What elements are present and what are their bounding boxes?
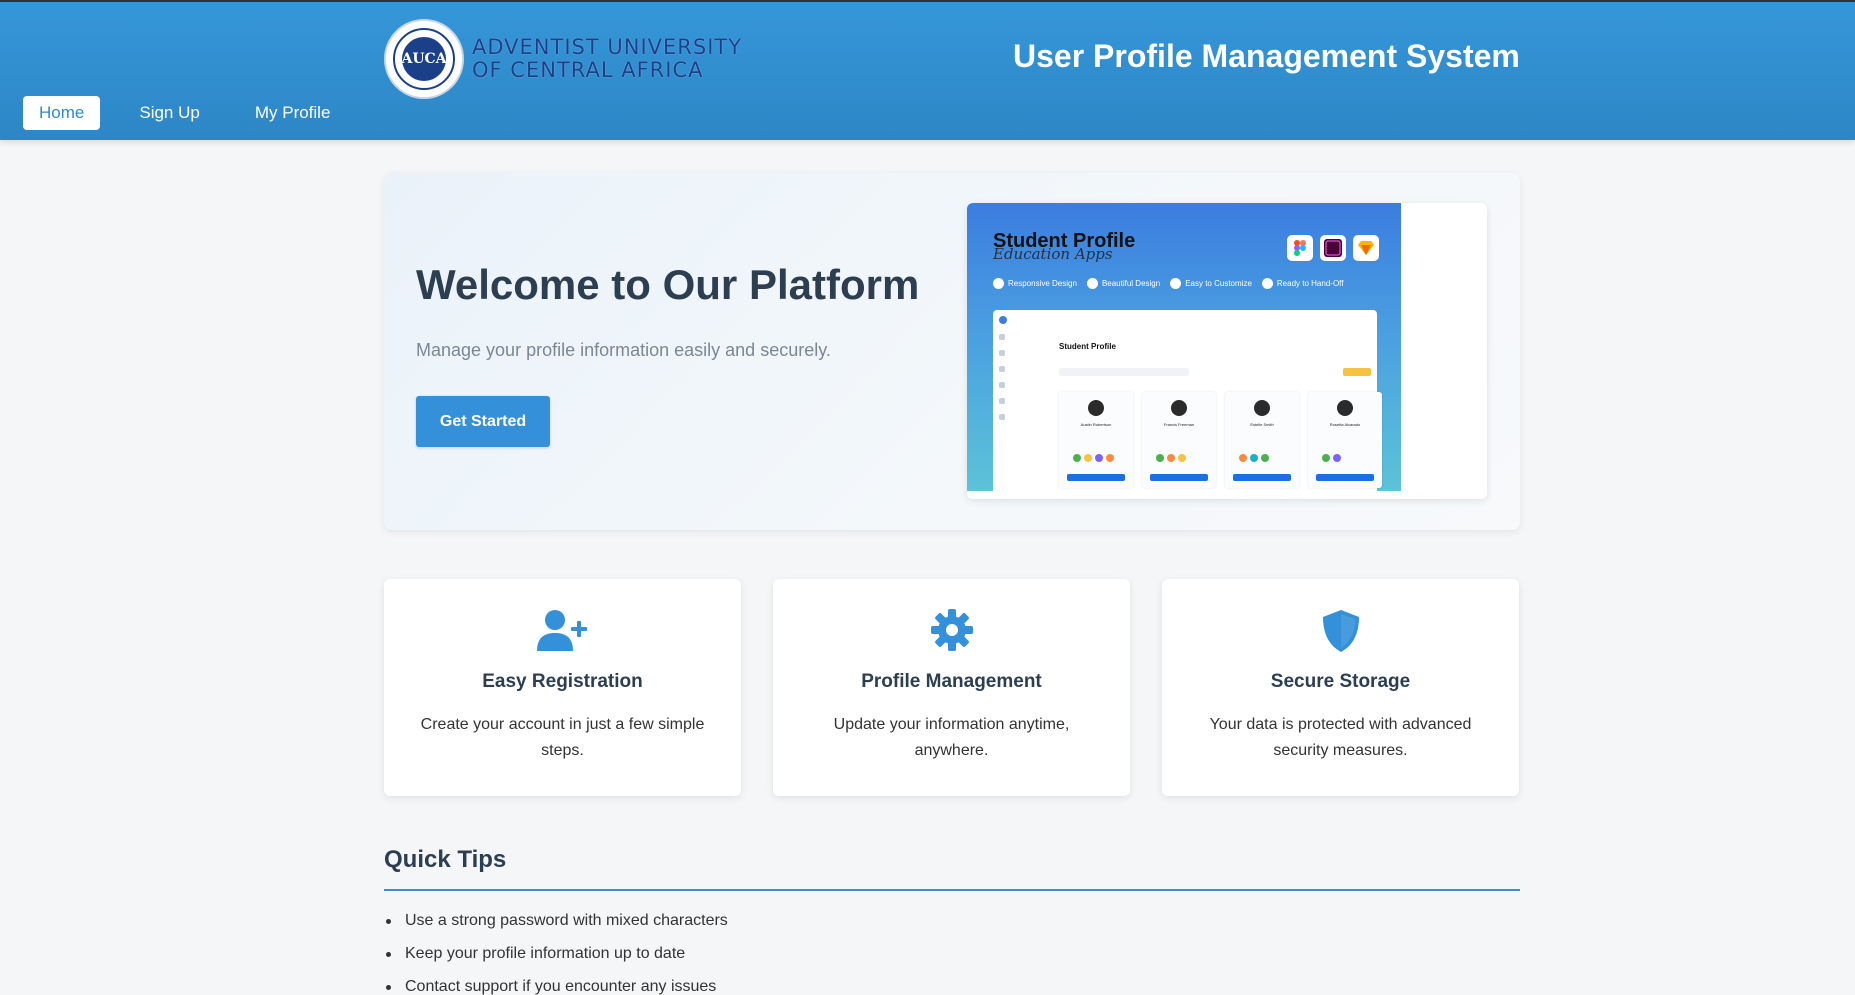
site-title: User Profile Management System — [1013, 38, 1520, 74]
sketch-icon — [1353, 235, 1379, 261]
university-name: ADVENTIST UNIVERSITY OF CENTRAL AFRICA — [472, 35, 743, 82]
mockup-app-window: Student Profile Austin Robertson Francis… — [993, 310, 1382, 491]
feature-card-registration: Easy Registration Create your account in… — [384, 579, 741, 796]
list-item: Keep your profile information up to date — [384, 944, 728, 977]
user-plus-icon — [384, 609, 741, 653]
nav-home-link[interactable]: Home — [23, 96, 101, 130]
feature-card-profile-management: Profile Management Update your informati… — [773, 579, 1130, 796]
adobe-xd-icon — [1320, 235, 1346, 261]
hero-section: Welcome to Our Platform Manage your prof… — [384, 173, 1520, 530]
mockup-student-card: Austin Robertson — [1059, 392, 1133, 488]
feature-card-secure-storage: Secure Storage Your data is protected wi… — [1162, 579, 1519, 796]
site-header: AUCA ADVENTIST UNIVERSITY OF CENTRAL AFR… — [0, 0, 1855, 140]
shield-icon — [1162, 609, 1519, 653]
mockup-student-card: Estelle Smith — [1225, 392, 1299, 488]
nav-signup-link[interactable]: Sign Up — [123, 96, 215, 130]
list-item: Contact support if you encounter any iss… — [384, 977, 728, 995]
mockup-student-card: Francis Freeman — [1142, 392, 1216, 488]
student-profile-mockup: Student Profile Education Apps Responsiv… — [967, 203, 1401, 491]
gear-icon — [773, 609, 1130, 653]
list-item: Use a strong password with mixed charact… — [384, 911, 728, 944]
get-started-button[interactable]: Get Started — [416, 396, 550, 447]
hero-subtitle: Manage your profile information easily a… — [416, 340, 831, 360]
hero-title: Welcome to Our Platform — [416, 261, 920, 308]
mockup-student-card: Rosetta Alvarado — [1308, 392, 1382, 488]
quick-tips-list: Use a strong password with mixed charact… — [384, 911, 728, 995]
figma-icon — [1287, 235, 1313, 261]
nav-my-profile-link[interactable]: My Profile — [239, 96, 347, 130]
university-seal-icon: AUCA — [384, 19, 464, 99]
quick-tips-heading: Quick Tips — [384, 846, 507, 873]
university-logo[interactable]: AUCA ADVENTIST UNIVERSITY OF CENTRAL AFR… — [384, 18, 742, 100]
main-nav: Home Sign Up My Profile — [23, 96, 369, 130]
quick-tips-divider — [384, 889, 1520, 891]
hero-image: Student Profile Education Apps Responsiv… — [967, 203, 1487, 499]
